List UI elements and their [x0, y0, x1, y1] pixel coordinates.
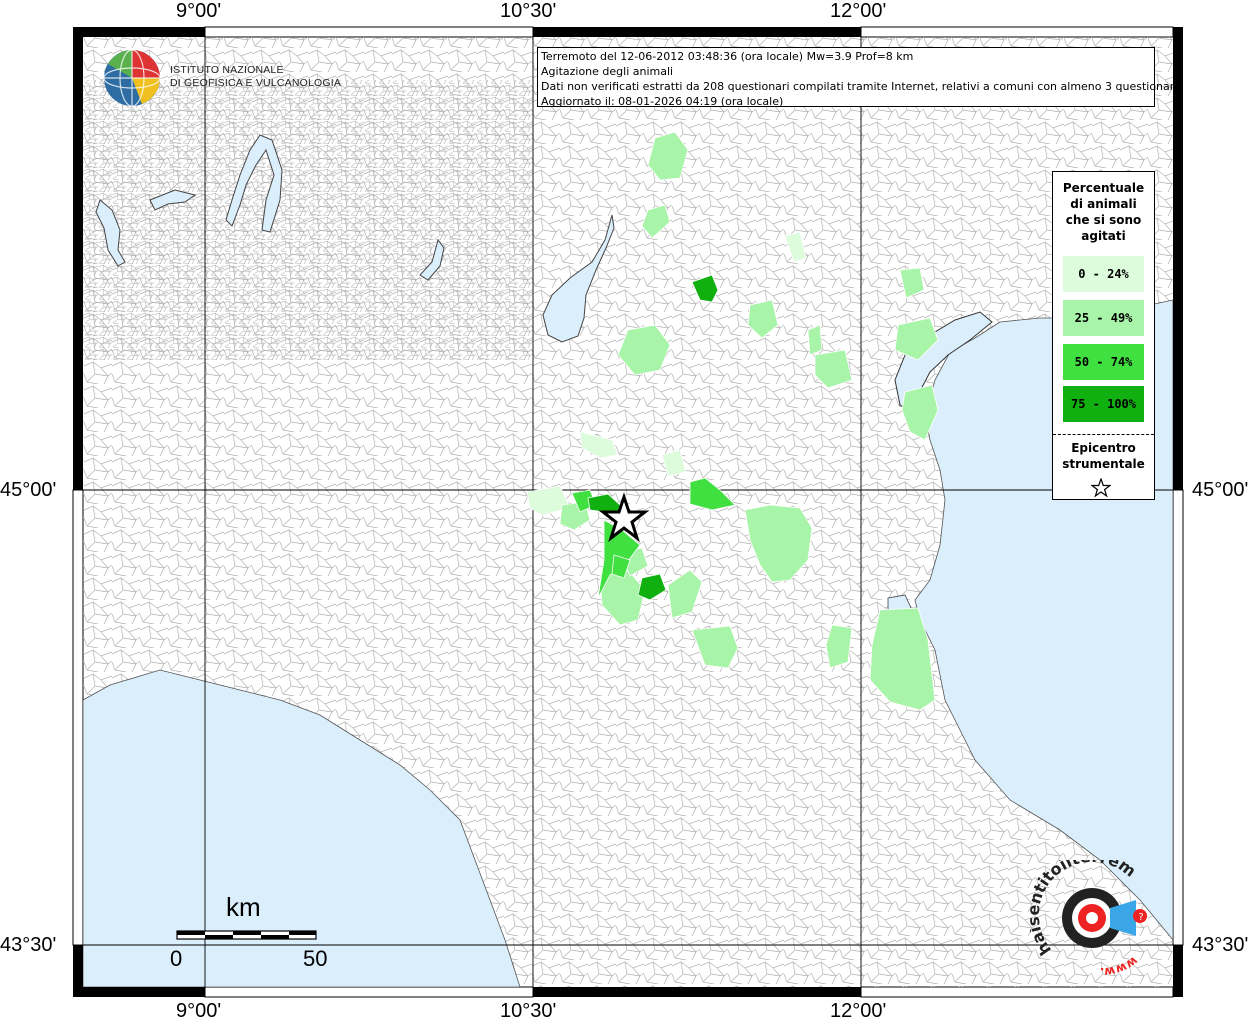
legend-epicenter-line: strumentale: [1062, 457, 1145, 471]
legend-class-25-49: 25 - 49%: [1063, 300, 1144, 336]
map-subject: Agitazione degli animali: [541, 65, 674, 78]
svg-text:www.: www.: [1100, 954, 1141, 979]
legend-class-0-24: 0 - 24%: [1063, 256, 1144, 292]
legend-class-75-100: 75 - 100%: [1063, 386, 1144, 422]
event-info-box: Terremoto del 12-06-2012 03:48:36 (ora l…: [537, 47, 1181, 108]
svg-text:?: ?: [1138, 912, 1143, 923]
legend-title-line: Percentuale: [1062, 181, 1145, 195]
lat-label-left-1: 45°00': [0, 479, 57, 501]
legend-title-line: che si sono: [1065, 213, 1142, 227]
scale-bar: [176, 930, 317, 940]
legend-epicenter-label: Epicentro strumentale: [1053, 440, 1154, 472]
data-disclaimer: Dati non verificati estratti da 208 ques…: [541, 80, 1181, 93]
lat-label-right-1: 45°00': [1192, 479, 1249, 501]
ingv-logo-line2: DI GEOFISICA E VULCANOLOGIA: [170, 77, 342, 89]
legend-star-icon: [1091, 478, 1111, 498]
lon-label-bottom-2: 10°30': [500, 1000, 557, 1022]
legend-title-line: di animali: [1070, 197, 1137, 211]
legend-class-50-74: 50 - 74%: [1063, 344, 1144, 380]
haisentito-watermark-logo: ? haisentitoilterremoto.it www.: [1030, 860, 1147, 979]
lon-label-bottom-1: 9°00': [176, 1000, 222, 1022]
scale-bar-min: 0: [170, 946, 183, 971]
lat-label-right-2: 43°30': [1192, 934, 1249, 956]
comune-25-49: [825, 624, 853, 669]
lon-label-top-3: 12°00': [830, 0, 887, 22]
scale-bar-max: 50: [303, 946, 328, 971]
lon-label-bottom-3: 12°00': [830, 1000, 887, 1022]
legend: Percentuale di animali che si sono agita…: [1052, 171, 1155, 500]
legend-separator: [1053, 434, 1154, 435]
update-timestamp: Aggiornato il: 08-01-2026 04:19 (ora loc…: [541, 95, 784, 108]
comune-25-49: [807, 324, 823, 356]
legend-epicenter-line: Epicentro: [1071, 441, 1136, 455]
ingv-globe-logo: [103, 49, 161, 107]
lon-label-top-2: 10°30': [500, 0, 557, 22]
municipal-boundaries-lombardy: [83, 80, 533, 360]
legend-title: Percentuale di animali che si sono agita…: [1053, 180, 1154, 244]
ingv-logo-text: ISTITUTO NAZIONALE DI GEOFISICA E VULCAN…: [170, 64, 341, 90]
haisentito-watermark-url: www.: [1100, 954, 1141, 979]
ingv-logo-line1: ISTITUTO NAZIONALE: [170, 64, 284, 76]
scale-bar-unit: km: [226, 892, 261, 922]
lon-label-top-1: 9°00': [176, 0, 222, 22]
lat-label-left-2: 43°30': [0, 934, 57, 956]
legend-title-line: agitati: [1081, 229, 1126, 243]
event-info-line: Terremoto del 12-06-2012 03:48:36 (ora l…: [541, 50, 914, 63]
